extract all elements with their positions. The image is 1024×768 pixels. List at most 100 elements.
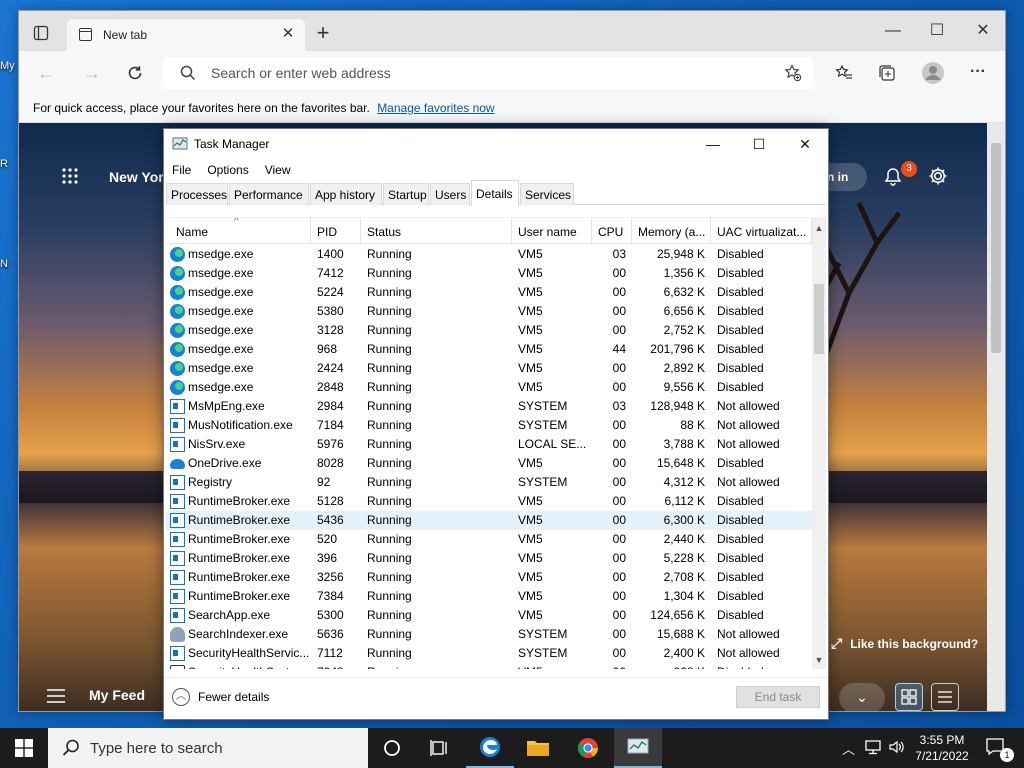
table-row[interactable]: msedge.exe 7412 Running VM5 00 1,356 K Disable… xyxy=(166,264,812,283)
like-background-prompt[interactable]: ⤢ Like this background? xyxy=(831,635,978,652)
apps-grid-icon[interactable] xyxy=(61,167,79,185)
manage-favorites-link[interactable]: Manage favorites now xyxy=(377,101,494,115)
tab-close-icon[interactable]: ✕ xyxy=(279,25,297,43)
table-row[interactable]: RuntimeBroker.exe 396 Running VM5 00 5,228 K D… xyxy=(166,549,812,568)
table-row[interactable]: msedge.exe 968 Running VM5 44 201,796 K Disabl… xyxy=(166,340,812,359)
process-cpu-cell: 00 xyxy=(612,551,626,565)
task-view-icon[interactable] xyxy=(416,728,464,768)
start-button[interactable] xyxy=(0,728,48,768)
desktop-label-3[interactable]: N xyxy=(0,258,8,270)
table-row[interactable]: msedge.exe 5224 Running VM5 00 6,632 K Disable… xyxy=(166,283,812,302)
tab-services[interactable]: Services xyxy=(520,183,574,205)
settings-gear-icon[interactable] xyxy=(927,165,949,187)
fewer-details-button[interactable]: ︿ Fewer details xyxy=(172,688,269,706)
column-cpu[interactable]: CPU xyxy=(592,218,632,244)
desktop-label-1[interactable]: My xyxy=(0,60,15,72)
menu-view[interactable]: View xyxy=(257,159,299,177)
add-favorite-icon[interactable] xyxy=(783,64,803,82)
tab-performance[interactable]: Performance xyxy=(229,183,309,205)
column-user-name[interactable]: User name xyxy=(512,218,592,244)
table-row[interactable]: msedge.exe 3128 Running VM5 00 2,752 K Disable… xyxy=(166,321,812,340)
volume-icon[interactable] xyxy=(888,739,904,755)
column-memory[interactable]: Memory (a... xyxy=(632,218,711,244)
desktop-label-2[interactable]: R xyxy=(0,158,8,170)
process-status-cell: Running xyxy=(367,646,412,660)
details-scrollbar-thumb[interactable] xyxy=(814,284,824,354)
new-tab-button[interactable]: + xyxy=(311,22,335,45)
taskbar-search-box[interactable] xyxy=(48,728,368,768)
hamburger-menu-icon[interactable] xyxy=(47,689,65,703)
task-manager-taskbar-icon[interactable] xyxy=(614,728,662,768)
table-row[interactable]: SearchIndexer.exe 5636 Running SYSTEM 00 15,6… xyxy=(166,625,812,644)
tab-users[interactable]: Users xyxy=(430,183,470,205)
table-row[interactable]: msedge.exe 1400 Running VM5 03 25,948 K Disabl… xyxy=(166,245,812,264)
table-row[interactable]: MusNotification.exe 7184 Running SYSTEM 00 88… xyxy=(166,416,812,435)
list-layout-icon[interactable] xyxy=(931,683,959,711)
table-row[interactable]: RuntimeBroker.exe 5436 Running VM5 00 6,300 K… xyxy=(166,511,812,530)
table-row[interactable]: RuntimeBroker.exe 5128 Running VM5 00 6,112 K… xyxy=(166,492,812,511)
table-row[interactable]: RuntimeBroker.exe 520 Running VM5 00 2,440 K D… xyxy=(166,530,812,549)
address-input[interactable] xyxy=(211,63,771,83)
process-name: msedge.exe xyxy=(188,323,254,337)
table-row[interactable]: SecurityHealthServic... 7112 Running SYSTEM… xyxy=(166,644,812,663)
cortana-icon[interactable] xyxy=(368,728,416,768)
browser-minimize-button[interactable]: — xyxy=(879,21,907,43)
cloud-process-icon xyxy=(170,459,185,469)
scroll-down-icon[interactable]: ▼ xyxy=(812,652,826,668)
table-row[interactable]: SearchApp.exe 5300 Running VM5 00 124,656 K Di… xyxy=(166,606,812,625)
details-table-scrollbar[interactable]: ▲ ▼ xyxy=(812,218,826,669)
back-arrow-icon[interactable]: ← xyxy=(35,63,57,83)
column-uac-virtualization[interactable]: UAC virtualizat... xyxy=(711,218,812,244)
taskbar-clock[interactable]: 3:55 PM 7/21/2022 xyxy=(906,732,978,764)
process-uac-cell: Disabled xyxy=(717,456,764,470)
menu-file[interactable]: File xyxy=(164,159,199,177)
tm-close-button[interactable]: ✕ xyxy=(788,133,822,155)
table-row[interactable]: NisSrv.exe 5976 Running LOCAL SE... 00 3,788 … xyxy=(166,435,812,454)
end-task-button[interactable]: End task xyxy=(736,686,820,708)
show-hidden-icons-icon[interactable]: ︿ xyxy=(842,739,855,758)
table-row[interactable]: msedge.exe 2848 Running VM5 00 9,556 K Disable… xyxy=(166,378,812,397)
browser-maximize-button[interactable]: ☐ xyxy=(923,21,951,43)
tm-maximize-button[interactable]: ☐ xyxy=(742,133,776,155)
tm-minimize-button[interactable]: — xyxy=(696,133,730,155)
table-row[interactable]: MsMpEng.exe 2984 Running SYSTEM 03 128,948 K N… xyxy=(166,397,812,416)
column-name[interactable]: ^ Name xyxy=(166,218,311,244)
table-row[interactable]: RuntimeBroker.exe 3256 Running VM5 00 2,708 K… xyxy=(166,568,812,587)
network-icon[interactable] xyxy=(864,739,882,755)
table-row[interactable]: SecurityHealthSystra...7048RunningVM5009… xyxy=(166,663,812,669)
tab-new-tab[interactable]: New tab ✕ xyxy=(67,19,305,51)
my-feed-label[interactable]: My Feed xyxy=(89,687,145,703)
table-row[interactable]: RuntimeBroker.exe 7384 Running VM5 00 1,304 K… xyxy=(166,587,812,606)
collections-icon[interactable] xyxy=(876,63,898,83)
table-row[interactable]: msedge.exe 5380 Running VM5 00 6,656 K Disable… xyxy=(166,302,812,321)
menu-options[interactable]: Options xyxy=(199,159,256,177)
task-manager-titlebar[interactable]: Task Manager — ☐ ✕ xyxy=(164,129,828,159)
address-bar[interactable] xyxy=(163,57,813,89)
column-pid[interactable]: PID xyxy=(311,218,361,244)
file-explorer-icon[interactable] xyxy=(514,728,562,768)
refresh-icon[interactable] xyxy=(123,61,147,85)
tab-processes[interactable]: Processes xyxy=(166,183,228,205)
table-row[interactable]: Registry 92 Running SYSTEM 00 4,312 K Not allo… xyxy=(166,473,812,492)
tab-actions-icon[interactable] xyxy=(31,23,51,43)
more-options-icon[interactable]: ··· xyxy=(967,61,989,83)
profile-avatar-icon[interactable] xyxy=(919,59,947,87)
chrome-icon[interactable] xyxy=(564,728,612,768)
scroll-up-icon[interactable]: ▲ xyxy=(812,220,826,236)
process-pid-cell: 5636 xyxy=(317,627,344,641)
grid-layout-icon[interactable] xyxy=(895,683,923,711)
tab-app-history[interactable]: App history xyxy=(310,183,382,205)
tab-details[interactable]: Details xyxy=(471,180,519,206)
table-row[interactable]: OneDrive.exe 8028 Running VM5 00 15,648 K Disa… xyxy=(166,454,812,473)
edge-taskbar-icon[interactable] xyxy=(466,728,514,768)
browser-close-button[interactable]: ✕ xyxy=(969,21,997,43)
favorites-icon[interactable] xyxy=(833,63,855,83)
column-status[interactable]: Status xyxy=(361,218,512,244)
forward-arrow-icon[interactable]: → xyxy=(81,63,103,83)
tab-startup[interactable]: Startup xyxy=(383,183,429,205)
page-scrollbar-thumb[interactable] xyxy=(991,143,1001,353)
page-scrollbar[interactable] xyxy=(987,123,1005,711)
table-row[interactable]: msedge.exe 2424 Running VM5 00 2,892 K Disable… xyxy=(166,359,812,378)
taskbar-search-input[interactable] xyxy=(90,739,350,757)
chevron-down-icon[interactable]: ⌄ xyxy=(839,683,885,711)
